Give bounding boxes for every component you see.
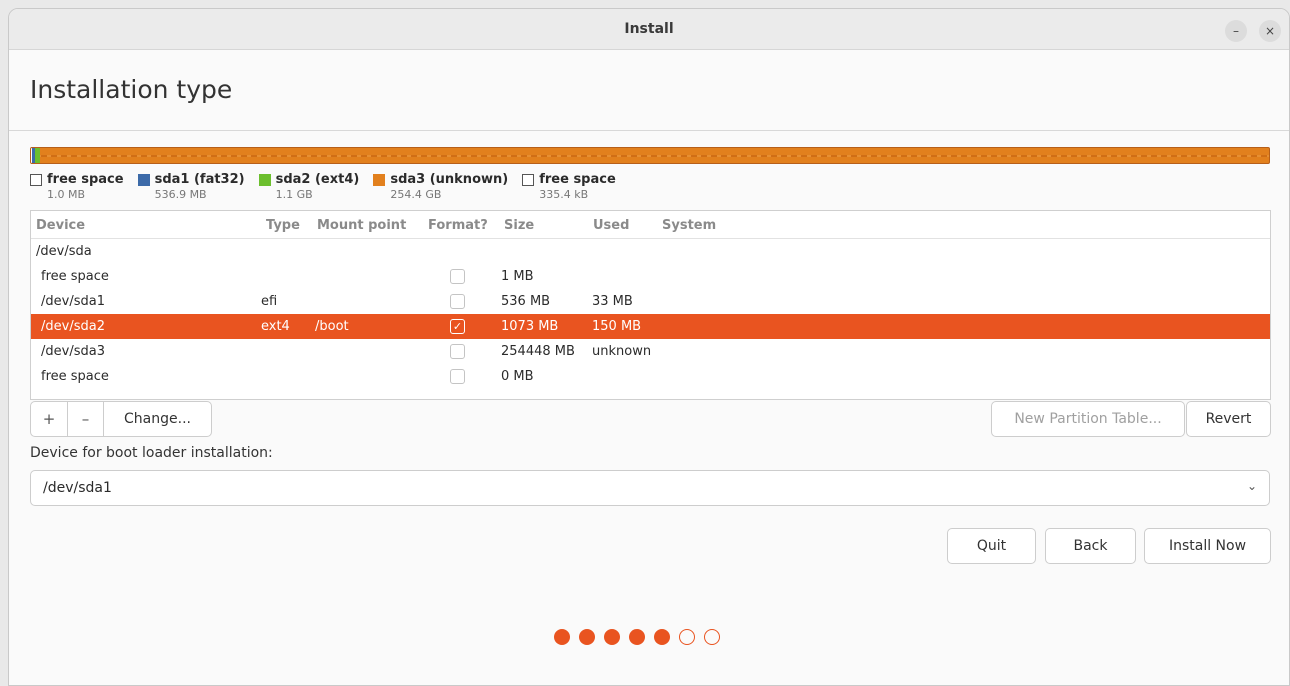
back-button[interactable]: Back — [1045, 528, 1136, 564]
disk-bar-overlay — [31, 155, 1269, 157]
installer-window: Install – × Installation type free space… — [8, 8, 1290, 686]
cell-size: 1073 MB — [501, 319, 559, 334]
legend-label-row: sda2 (ext4) — [258, 172, 360, 187]
legend-label: sda1 (fat32) — [154, 172, 245, 187]
legend-label-row: free space — [30, 172, 124, 187]
progress-dots — [554, 629, 720, 645]
format-checkbox[interactable] — [450, 294, 465, 309]
column-header-system[interactable]: System — [662, 218, 716, 233]
progress-dot — [554, 629, 570, 645]
legend-item: sda1 (fat32) 536.9 MB — [137, 172, 245, 201]
legend-label: sda2 (ext4) — [275, 172, 360, 187]
table-row[interactable]: /dev/sda3 254448 MB unknown — [31, 339, 1270, 364]
install-now-button[interactable]: Install Now — [1144, 528, 1271, 564]
table-body: /dev/sda free space 1 MB/dev/sda1 efi 536 MB… — [31, 239, 1270, 389]
legend-label-row: sda1 (fat32) — [137, 172, 245, 187]
cell-mount-point: /boot — [315, 319, 349, 334]
column-header-mount-point[interactable]: Mount point — [317, 218, 406, 233]
window-title: Install — [624, 21, 674, 37]
table-header: Device Type Mount point Format? Size Use… — [31, 211, 1270, 239]
cell-device: free space — [41, 369, 109, 384]
legend-size: 1.0 MB — [47, 188, 86, 201]
column-header-used[interactable]: Used — [593, 218, 629, 233]
legend-label-row: free space — [522, 172, 616, 187]
page-title: Installation type — [30, 75, 233, 104]
legend-size: 536.9 MB — [154, 188, 207, 201]
revert-button[interactable]: Revert — [1186, 401, 1271, 437]
progress-dot — [654, 629, 670, 645]
remove-partition-button[interactable]: – — [68, 402, 104, 436]
table-row[interactable]: /dev/sda1 efi 536 MB 33 MB — [31, 289, 1270, 314]
change-partition-button[interactable]: Change... — [104, 402, 211, 436]
cell-size: 536 MB — [501, 294, 551, 309]
title-bar[interactable]: Install – × — [9, 9, 1289, 50]
partition-edit-buttons: + – Change... — [30, 401, 212, 437]
chevron-down-icon: ⌄ — [1246, 479, 1257, 493]
progress-dot — [579, 629, 595, 645]
table-row[interactable]: /dev/sda — [31, 239, 1270, 264]
legend-size: 335.4 kB — [539, 188, 589, 201]
new-partition-table-button[interactable]: New Partition Table... — [991, 401, 1185, 437]
bootloader-device-select[interactable]: /dev/sda1 ⌄ — [30, 470, 1270, 506]
quit-button[interactable]: Quit — [947, 528, 1036, 564]
legend-swatch — [30, 173, 42, 186]
divider — [9, 130, 1289, 131]
progress-dot — [604, 629, 620, 645]
cell-used: unknown — [592, 344, 652, 359]
format-checkbox[interactable] — [450, 344, 465, 359]
column-header-size[interactable]: Size — [504, 218, 534, 233]
format-checkbox[interactable] — [450, 369, 465, 384]
partition-table: Device Type Mount point Format? Size Use… — [30, 210, 1271, 400]
legend-swatch — [258, 173, 271, 186]
legend-label: free space — [47, 172, 124, 187]
column-header-type[interactable]: Type — [266, 218, 300, 233]
minimize-button[interactable]: – — [1225, 20, 1247, 42]
table-row[interactable]: /dev/sda2 ext4/boot 1073 MB 150 MB ✓ — [31, 314, 1270, 339]
cell-used: 33 MB — [592, 294, 633, 309]
cell-device: /dev/sda2 — [41, 319, 105, 334]
legend-label: sda3 (unknown) — [390, 172, 509, 187]
disk-usage-bar — [30, 147, 1270, 164]
bootloader-label: Device for boot loader installation: — [30, 445, 273, 461]
cell-type: ext4 — [261, 319, 290, 334]
legend-swatch — [373, 173, 386, 186]
progress-dot — [629, 629, 645, 645]
cell-size: 1 MB — [501, 269, 534, 284]
column-header-format[interactable]: Format? — [428, 218, 488, 233]
legend-label-row: sda3 (unknown) — [373, 172, 508, 187]
legend-item: sda3 (unknown) 254.4 GB — [373, 172, 508, 201]
progress-dot — [679, 629, 695, 645]
cell-device: /dev/sda — [36, 244, 92, 259]
progress-dot — [704, 629, 720, 645]
legend-item: free space 335.4 kB — [522, 172, 616, 201]
legend-swatch — [522, 173, 535, 186]
cell-size: 254448 MB — [501, 344, 575, 359]
cell-type: efi — [261, 294, 278, 309]
format-checkbox[interactable] — [450, 269, 465, 284]
cell-device: /dev/sda3 — [41, 344, 105, 359]
legend-item: sda2 (ext4) 1.1 GB — [258, 172, 360, 201]
column-header-device[interactable]: Device — [36, 218, 85, 233]
add-partition-button[interactable]: + — [31, 402, 68, 436]
legend-size: 1.1 GB — [275, 188, 313, 201]
bootloader-device-value: /dev/sda1 — [43, 480, 112, 496]
cell-size: 0 MB — [501, 369, 534, 384]
table-row[interactable]: free space 1 MB — [31, 264, 1270, 289]
legend-item: free space 1.0 MB — [30, 172, 124, 201]
table-row[interactable]: free space 0 MB — [31, 364, 1270, 389]
format-checkbox[interactable]: ✓ — [450, 319, 465, 334]
disk-legend: free space 1.0 MB sda1 (fat32) 536.9 MB sda2… — [30, 172, 616, 201]
disk-segment-sda2 — [35, 148, 40, 163]
cell-device: free space — [41, 269, 109, 284]
legend-label: free space — [539, 172, 616, 187]
cell-used: 150 MB — [592, 319, 642, 334]
cell-device: /dev/sda1 — [41, 294, 105, 309]
close-button[interactable]: × — [1259, 20, 1281, 42]
legend-swatch — [137, 173, 150, 186]
legend-size: 254.4 GB — [390, 188, 442, 201]
